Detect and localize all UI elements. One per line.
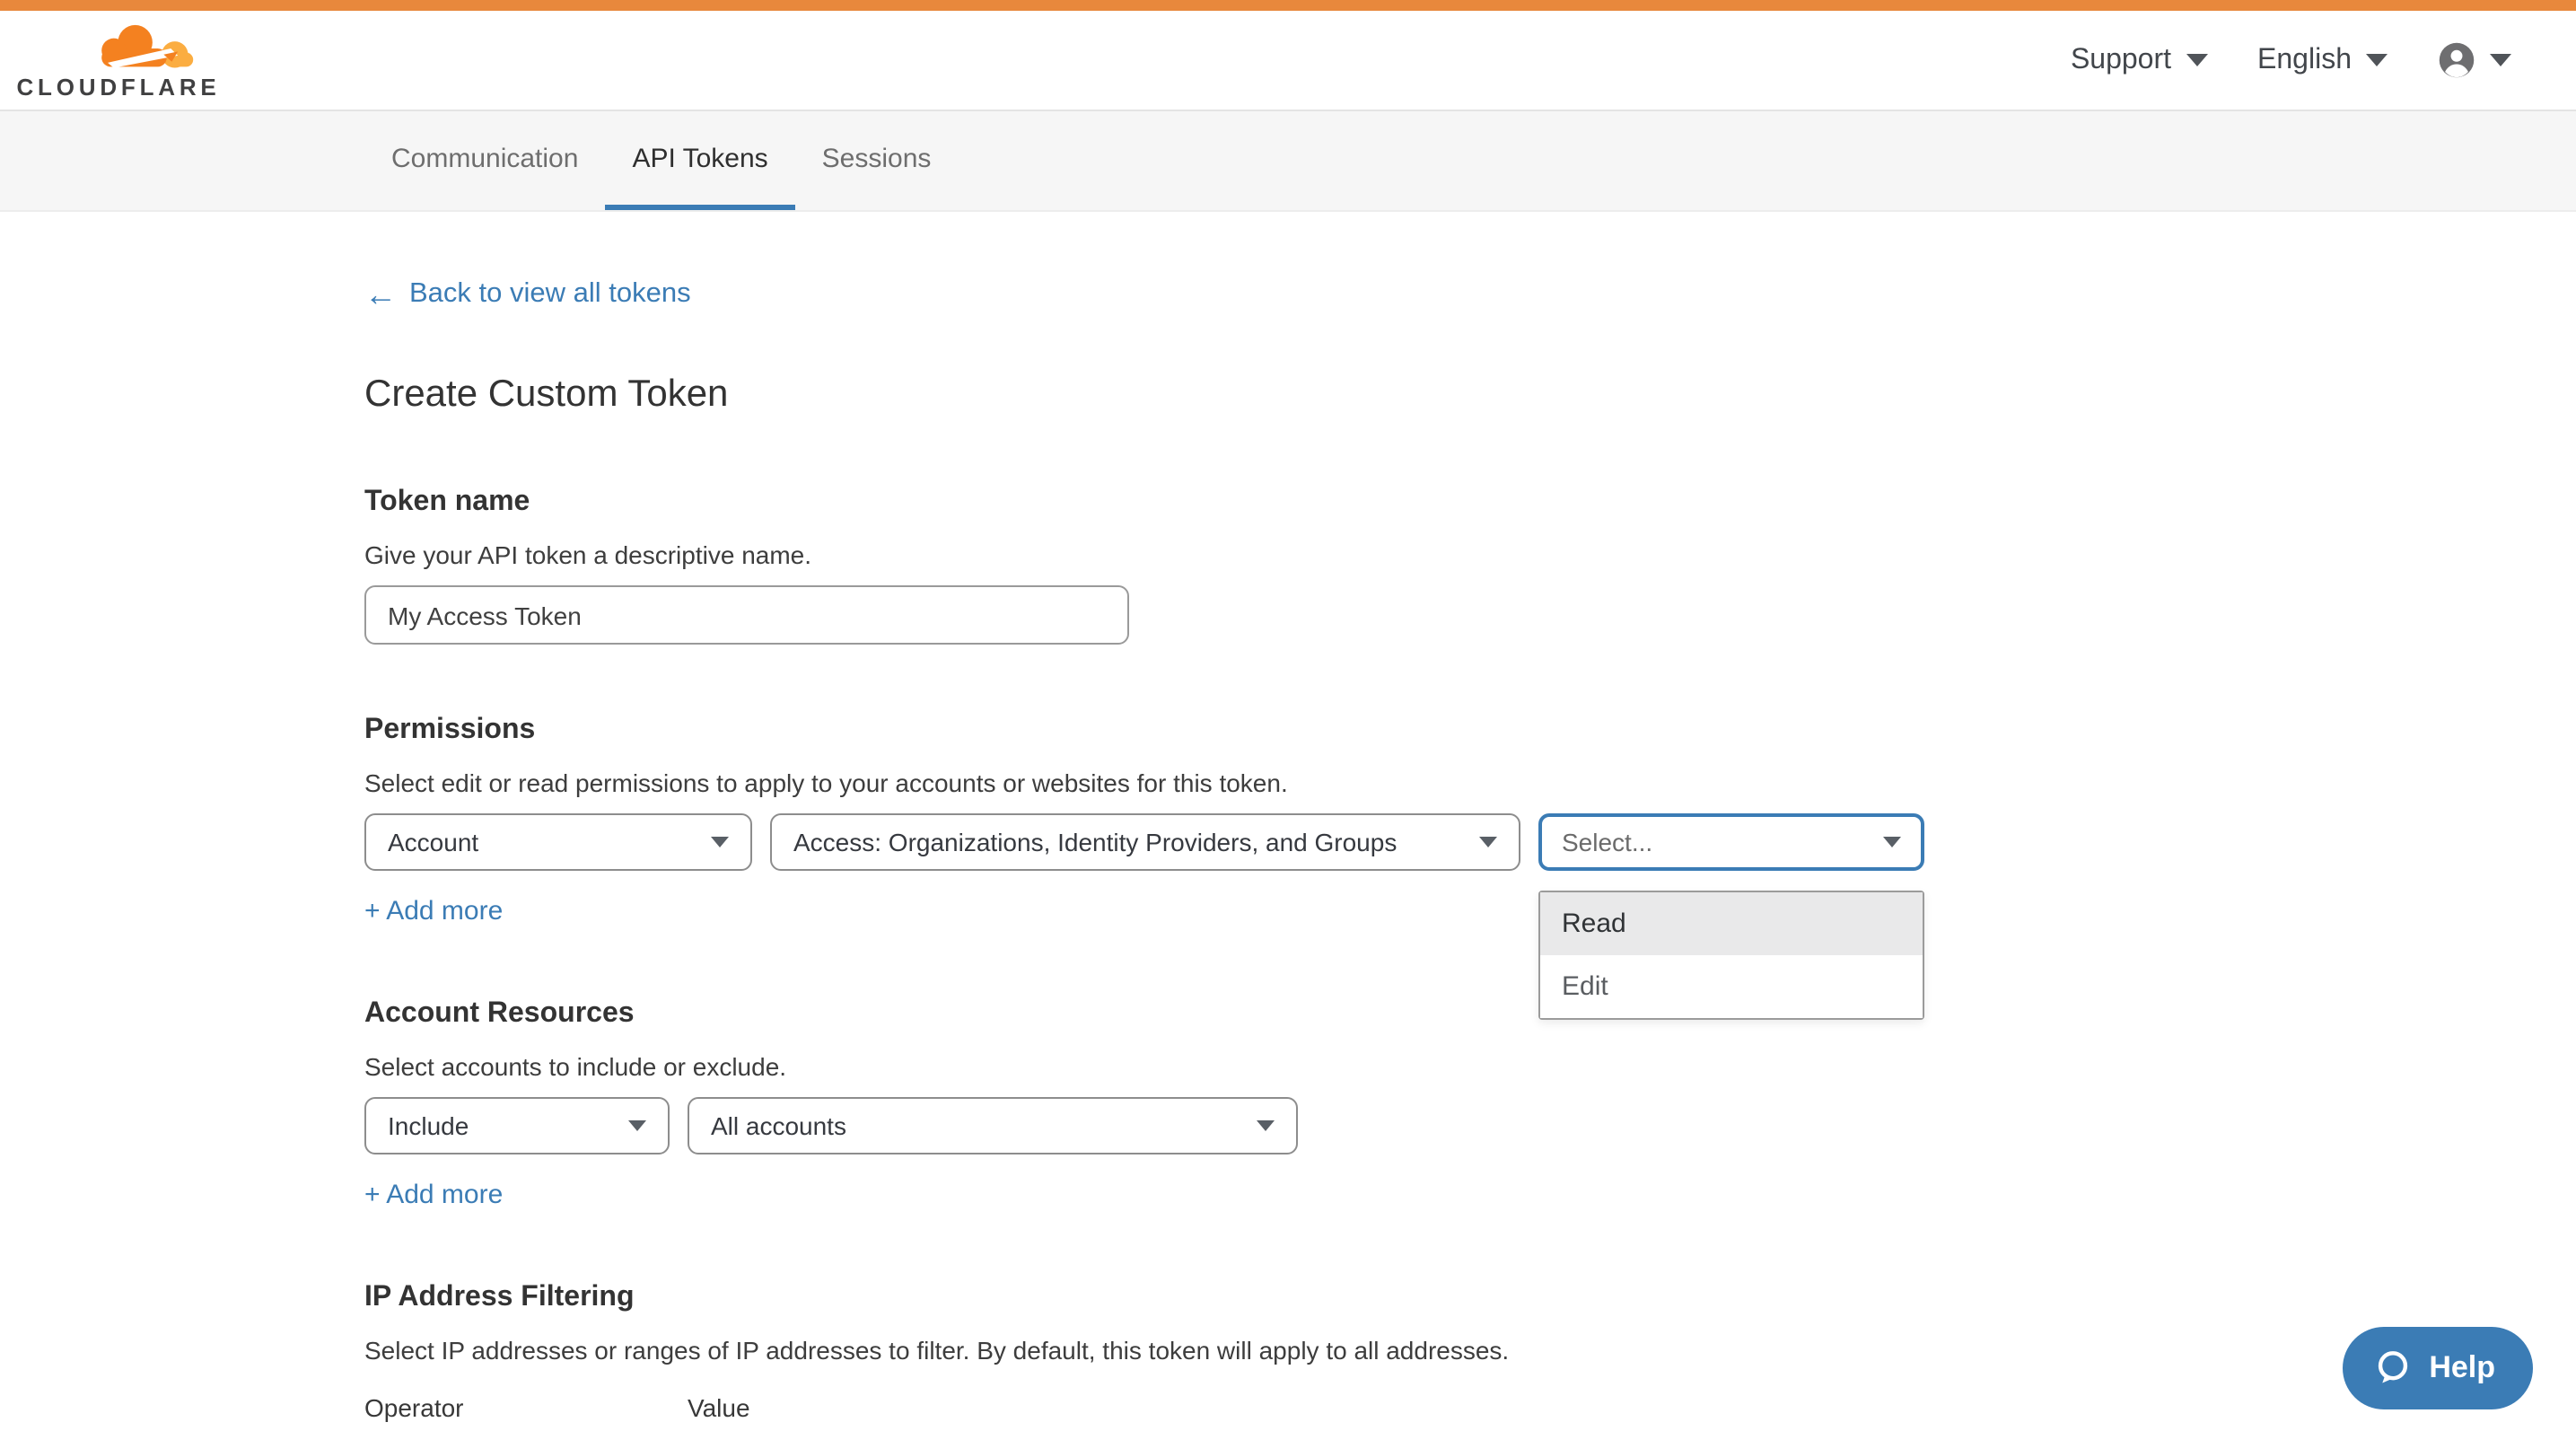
language-menu-label: English xyxy=(2257,44,2352,76)
header: CLOUDFLARE Support English xyxy=(0,11,2576,110)
chevron-down-icon xyxy=(1479,837,1497,847)
include-exclude-value: Include xyxy=(388,1111,469,1140)
back-link-label: Back to view all tokens xyxy=(409,278,691,311)
back-link[interactable]: ← Back to view all tokens xyxy=(364,278,691,311)
chevron-down-icon xyxy=(2366,54,2388,66)
chevron-down-icon xyxy=(1257,1120,1275,1131)
ip-filtering-section: IP Address Filtering Select IP addresses… xyxy=(364,1282,2576,1431)
support-menu-label: Support xyxy=(2071,44,2171,76)
accounts-value: All accounts xyxy=(711,1111,846,1140)
token-name-description: Give your API token a descriptive name. xyxy=(364,540,2576,569)
permission-group-dropdown[interactable]: Access: Organizations, Identity Provider… xyxy=(770,813,1520,871)
permission-group-value: Access: Organizations, Identity Provider… xyxy=(793,828,1397,856)
account-resources-add-more-link[interactable]: + Add more xyxy=(364,1180,503,1210)
ip-filtering-description: Select IP addresses or ranges of IP addr… xyxy=(364,1336,2576,1365)
account-resources-row: Include All accounts xyxy=(364,1097,2576,1154)
permission-level-dropdown-wrap: Select... Read Edit xyxy=(1538,813,1924,871)
permissions-heading: Permissions xyxy=(364,715,2576,747)
user-avatar-icon xyxy=(2438,41,2475,79)
permission-scope-dropdown[interactable]: Account xyxy=(364,813,752,871)
menu-option-edit[interactable]: Edit xyxy=(1540,955,1923,1018)
account-resources-description: Select accounts to include or exclude. xyxy=(364,1052,2576,1081)
permissions-row: Account Access: Organizations, Identity … xyxy=(364,813,2576,871)
token-name-heading: Token name xyxy=(364,487,2576,519)
permissions-section: Permissions Select edit or read permissi… xyxy=(364,715,2576,928)
header-nav: Support English xyxy=(2071,41,2511,79)
value-label: Value xyxy=(688,1393,750,1422)
cloudflare-api-tokens-page: CLOUDFLARE Support English Communicat xyxy=(0,0,2576,1431)
token-name-section: Token name Give your API token a descrip… xyxy=(364,487,2576,645)
account-menu[interactable] xyxy=(2438,41,2511,79)
include-exclude-dropdown[interactable]: Include xyxy=(364,1097,670,1154)
chevron-down-icon xyxy=(628,1120,646,1131)
chevron-down-icon xyxy=(2490,54,2511,66)
tab-bar: Communication API Tokens Sessions xyxy=(0,110,2576,212)
chevron-down-icon xyxy=(1883,837,1901,847)
accounts-dropdown[interactable]: All accounts xyxy=(688,1097,1298,1154)
permission-level-menu: Read Edit xyxy=(1538,891,1924,1020)
cloudflare-logo[interactable]: CLOUDFLARE xyxy=(18,20,219,101)
chevron-down-icon xyxy=(711,837,729,847)
chat-bubble-icon xyxy=(2373,1348,2413,1388)
menu-option-read[interactable]: Read xyxy=(1540,892,1923,955)
tab-api-tokens[interactable]: API Tokens xyxy=(605,111,794,210)
ip-filtering-heading: IP Address Filtering xyxy=(364,1282,2576,1314)
token-name-input[interactable] xyxy=(364,585,1129,645)
permission-level-dropdown[interactable]: Select... xyxy=(1538,813,1924,871)
tab-sessions[interactable]: Sessions xyxy=(795,111,959,210)
help-button[interactable]: Help xyxy=(2343,1327,2533,1409)
chevron-down-icon xyxy=(2186,54,2207,66)
support-menu[interactable]: Support xyxy=(2071,44,2207,76)
permission-scope-value: Account xyxy=(388,828,478,856)
account-resources-section: Account Resources Select accounts to inc… xyxy=(364,998,2576,1212)
ip-filtering-labels: Operator Value xyxy=(364,1393,2576,1422)
operator-label: Operator xyxy=(364,1393,688,1422)
permissions-description: Select edit or read permissions to apply… xyxy=(364,768,2576,797)
tab-communication[interactable]: Communication xyxy=(364,111,605,210)
permissions-add-more-link[interactable]: + Add more xyxy=(364,896,503,926)
logo-wordmark: CLOUDFLARE xyxy=(16,74,220,101)
back-arrow-icon: ← xyxy=(364,282,397,307)
top-accent-bar xyxy=(0,0,2576,11)
account-resources-heading: Account Resources xyxy=(364,998,2576,1031)
permission-level-value: Select... xyxy=(1562,828,1652,856)
page-title: Create Custom Token xyxy=(364,373,2576,417)
main-content: ← Back to view all tokens Create Custom … xyxy=(0,212,2576,1431)
cloudflare-cloud-icon xyxy=(77,20,199,77)
help-button-label: Help xyxy=(2429,1350,2495,1386)
language-menu[interactable]: English xyxy=(2257,44,2388,76)
